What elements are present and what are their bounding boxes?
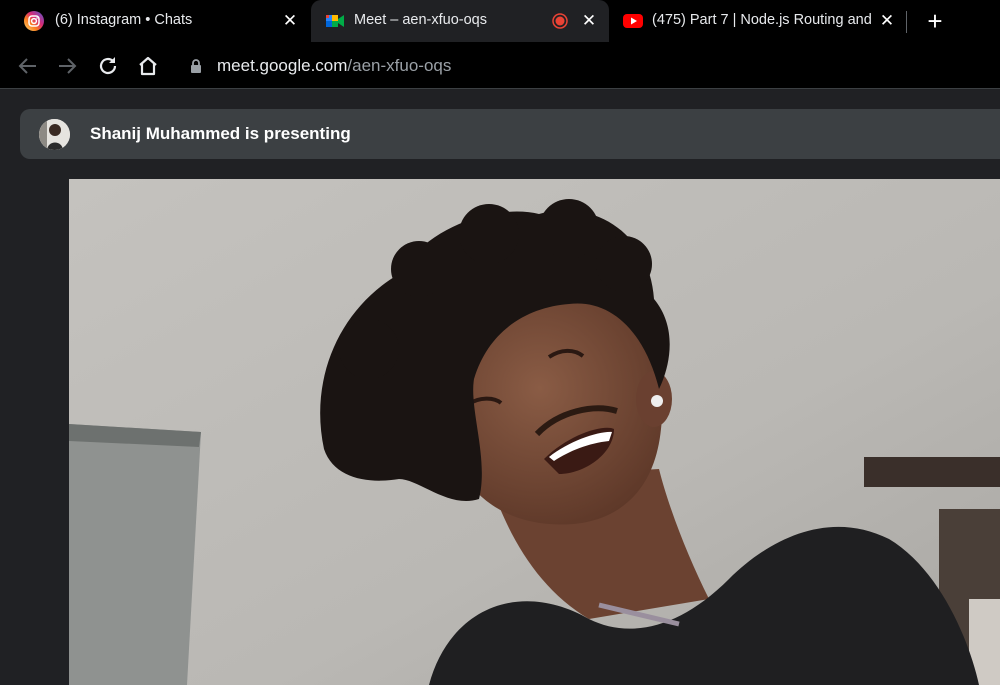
meet-main: Shanij Muhammed is presenting: [0, 89, 1000, 685]
close-tab-icon[interactable]: ✕: [580, 12, 598, 30]
browser-toolbar: meet.google.com/aen-xfuo-oqs: [0, 42, 1000, 89]
tab-title: (475) Part 7 | Node.js Routing and: [652, 12, 872, 28]
presenting-banner: Shanij Muhammed is presenting: [20, 109, 1000, 159]
close-tab-icon[interactable]: ✕: [878, 12, 896, 30]
lock-icon[interactable]: [190, 59, 202, 73]
presenting-text: Shanij Muhammed is presenting: [90, 124, 351, 143]
forward-arrow-icon[interactable]: [55, 54, 79, 78]
tab-meet[interactable]: Meet – aen-xfuo-oqs ✕: [311, 0, 609, 42]
tab-youtube[interactable]: (475) Part 7 | Node.js Routing and ✕: [610, 0, 906, 42]
tab-separator: [906, 11, 907, 33]
presenter-video-feed: [69, 179, 1000, 685]
new-tab-plus-icon[interactable]: +: [922, 8, 948, 35]
recording-indicator-icon: [552, 13, 568, 29]
tab-title: Meet – aen-xfuo-oqs: [354, 12, 487, 28]
tab-strip: (6) Instagram • Chats ✕ Meet – aen-xfuo-…: [0, 0, 1000, 42]
url-host: meet.google.com: [217, 56, 348, 75]
tab-instagram[interactable]: (6) Instagram • Chats ✕: [0, 0, 308, 42]
tab-title: (6) Instagram • Chats: [55, 12, 193, 28]
url-path: /aen-xfuo-oqs: [347, 56, 452, 75]
google-meet-icon: [325, 11, 345, 31]
back-arrow-icon[interactable]: [16, 54, 40, 78]
youtube-icon: [622, 11, 643, 31]
close-tab-icon[interactable]: ✕: [281, 12, 299, 30]
home-icon[interactable]: [136, 54, 160, 78]
address-bar[interactable]: meet.google.com/aen-xfuo-oqs: [170, 48, 990, 84]
instagram-icon: [24, 11, 44, 31]
url-text: meet.google.com/aen-xfuo-oqs: [217, 56, 451, 76]
avatar: [39, 119, 70, 150]
reload-icon[interactable]: [96, 54, 120, 78]
